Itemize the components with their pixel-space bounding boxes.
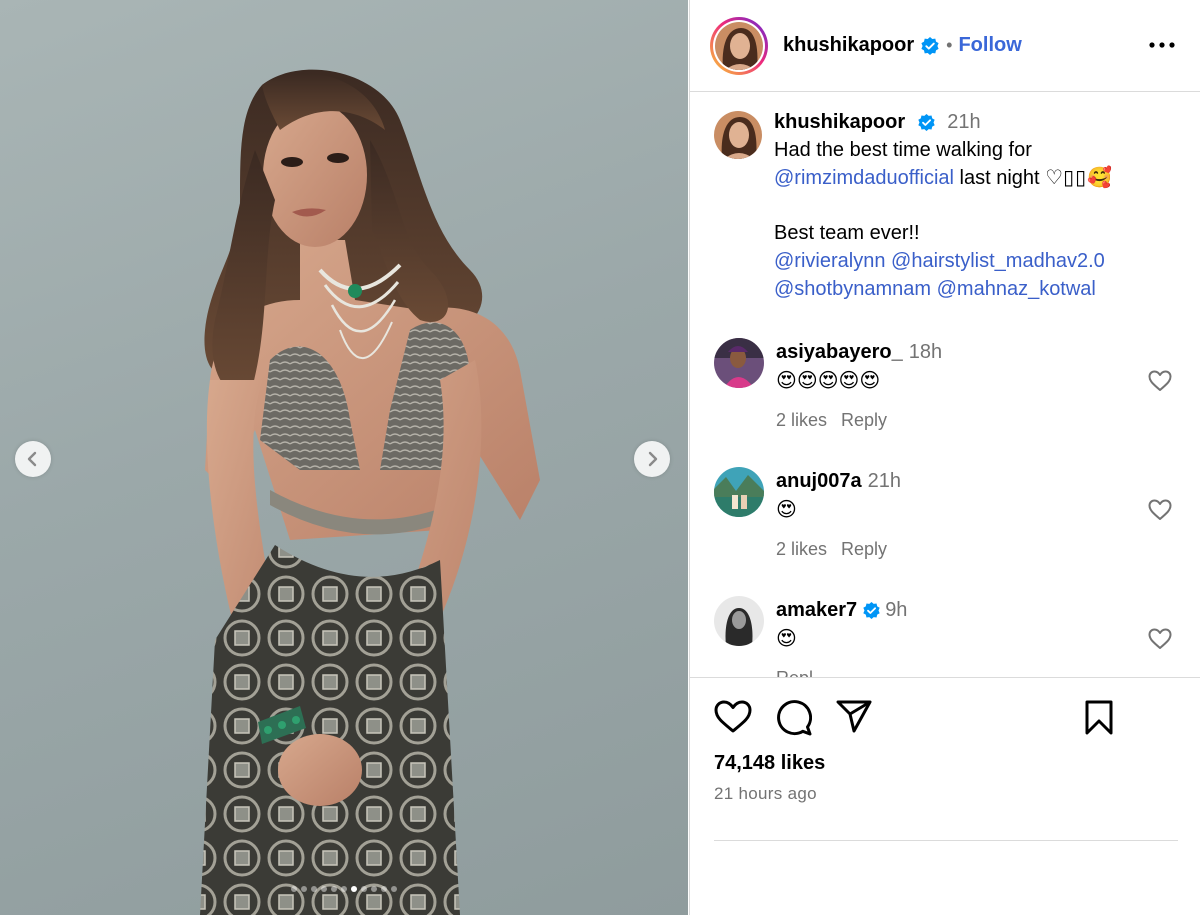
comment-time[interactable]: 21h: [868, 470, 901, 492]
mention-link[interactable]: @rivieralynn: [774, 250, 885, 272]
carousel-dot: [361, 886, 367, 892]
chevron-left-icon: [27, 451, 37, 467]
share-send-icon[interactable]: [836, 700, 872, 734]
post-photo: [200, 69, 540, 915]
comment-item: amaker7 9h 😍 Repl: [714, 596, 1184, 677]
header-separator: •: [946, 35, 953, 55]
mention-link[interactable]: @rimzimdaduofficial: [774, 167, 954, 189]
post-header: khushikapoor • Follow: [690, 0, 1200, 92]
comment-likes-count[interactable]: 2 likes: [776, 539, 827, 559]
caption-avatar[interactable]: [714, 111, 762, 159]
comment-text: 😍: [776, 626, 797, 650]
post-caption: khushikapoor 21h Had the best time walki…: [714, 109, 1184, 303]
comment-bubble-icon[interactable]: [776, 700, 812, 736]
carousel-dot: [371, 886, 377, 892]
comment-item: anuj007a 21h 😍 2 likes Reply: [714, 467, 1184, 563]
carousel-dot: [311, 886, 317, 892]
comment-item: asiyabayero_ 18h 😍😍😍😍😍 2 likes Reply: [714, 338, 1184, 434]
post-media[interactable]: [0, 0, 688, 915]
previous-slide-button[interactable]: [15, 441, 51, 477]
save-bookmark-icon[interactable]: [1084, 700, 1114, 736]
mention-link[interactable]: @hairstylist_madhav2.0: [891, 250, 1105, 272]
comment-text: 😍: [776, 497, 797, 521]
caption-line-2: last night ♡: [954, 167, 1064, 190]
smiling-hearts-emoji: 🥰: [1087, 165, 1113, 190]
follow-button[interactable]: Follow: [958, 34, 1021, 57]
post-side-panel: khushikapoor • Follow khushikapoor 21h H…: [689, 0, 1200, 915]
reply-button[interactable]: Reply: [841, 410, 887, 430]
divider: [714, 840, 1178, 841]
like-heart-icon[interactable]: [714, 700, 752, 734]
verified-badge-icon: [921, 36, 939, 55]
commenter-username[interactable]: asiyabayero_: [776, 341, 903, 363]
reply-button[interactable]: Reply: [841, 539, 887, 559]
author-avatar[interactable]: [710, 16, 768, 75]
caption-line-3: Best team ever!!: [774, 222, 920, 245]
placeholder-glyphs: ▯▯: [1063, 167, 1088, 190]
post-timestamp[interactable]: 21 hours ago: [714, 784, 817, 804]
carousel-dot: [391, 886, 397, 892]
verified-badge-icon: [918, 114, 935, 132]
like-comment-icon[interactable]: [1148, 628, 1172, 650]
comment-likes-count[interactable]: 2 likes: [776, 410, 827, 430]
comments-list[interactable]: khushikapoor 21h Had the best time walki…: [690, 93, 1200, 677]
commenter-avatar[interactable]: [714, 467, 764, 517]
author-username[interactable]: khushikapoor: [783, 34, 914, 57]
verified-badge-icon: [863, 602, 880, 620]
more-options-icon[interactable]: [1149, 32, 1175, 58]
caption-time[interactable]: 21h: [947, 111, 980, 133]
like-comment-icon[interactable]: [1148, 370, 1172, 392]
commenter-username[interactable]: amaker7: [776, 599, 857, 621]
carousel-dot: [301, 886, 307, 892]
like-comment-icon[interactable]: [1148, 499, 1172, 521]
carousel-dot: [321, 886, 327, 892]
carousel-dot: [351, 886, 357, 892]
next-slide-button[interactable]: [634, 441, 670, 477]
caption-line-1: Had the best time walking for: [774, 138, 1032, 161]
carousel-dot: [341, 886, 347, 892]
carousel-dot: [381, 886, 387, 892]
post-actions: 74,148 likes 21 hours ago: [690, 677, 1200, 915]
avatar-image: [715, 21, 763, 70]
commenter-avatar[interactable]: [714, 338, 764, 388]
post-likes-count[interactable]: 74,148 likes: [714, 752, 825, 775]
commenter-username[interactable]: anuj007a: [776, 470, 862, 492]
carousel-dot: [291, 886, 297, 892]
comment-time[interactable]: 18h: [909, 341, 942, 363]
carousel-dot: [331, 886, 337, 892]
chevron-right-icon: [648, 451, 658, 467]
comment-time[interactable]: 9h: [885, 599, 907, 621]
caption-username[interactable]: khushikapoor: [774, 111, 905, 133]
reply-button[interactable]: Repl: [776, 668, 813, 677]
comment-text: 😍😍😍😍😍: [776, 368, 881, 392]
mention-link[interactable]: @mahnaz_kotwal: [937, 278, 1096, 300]
carousel-indicator: [0, 886, 688, 892]
commenter-avatar[interactable]: [714, 596, 764, 646]
mention-link[interactable]: @shotbynamnam: [774, 278, 931, 300]
